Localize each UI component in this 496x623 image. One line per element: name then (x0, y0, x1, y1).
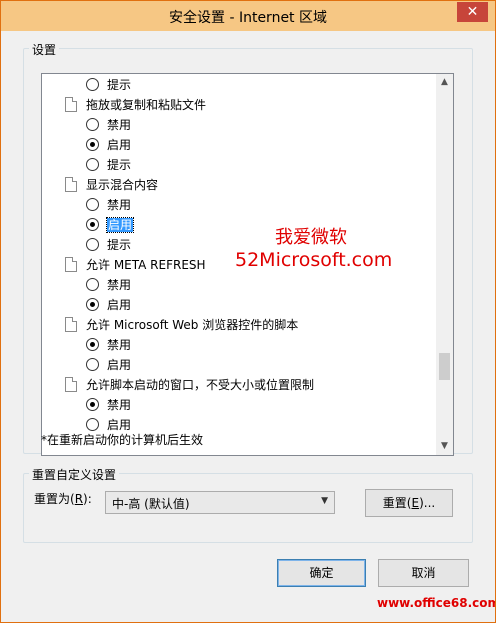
document-icon (65, 317, 77, 332)
document-icon (65, 257, 77, 272)
site-watermark: www.office68.com (377, 596, 496, 610)
setting-header-label: 拖放或复制和粘贴文件 (86, 98, 207, 112)
setting-header: 允许脚本启动的窗口，不受大小或位置限制 (65, 375, 314, 395)
setting-option[interactable]: 启用 (86, 135, 131, 155)
radio-unchecked-icon[interactable] (86, 358, 99, 371)
reset-label-accesskey: R (74, 492, 84, 506)
setting-option-label: 禁用 (107, 398, 132, 412)
setting-option-label: 提示 (107, 78, 132, 92)
security-settings-dialog: 安全设置 - Internet 区域 ✕ 设置 提示 拖放或复制和粘贴文件 禁用 启用… (0, 0, 496, 623)
title-bar[interactable]: 安全设置 - Internet 区域 ✕ (1, 1, 495, 31)
reset-legend: 重置自定义设置 (29, 466, 120, 483)
reset-level-value: 中-高 (默认值) (112, 497, 190, 511)
setting-option[interactable]: 提示 (86, 75, 131, 95)
setting-option-label: 启用 (105, 217, 135, 233)
radio-unchecked-icon[interactable] (86, 198, 99, 211)
setting-option[interactable]: 禁用 (86, 335, 131, 355)
setting-option[interactable]: 提示 (86, 235, 131, 255)
radio-checked-icon[interactable] (86, 338, 99, 351)
reset-label-suffix: ): (83, 492, 92, 506)
radio-checked-icon[interactable] (86, 298, 99, 311)
radio-checked-icon[interactable] (86, 218, 99, 231)
radio-unchecked-icon[interactable] (86, 418, 99, 431)
radio-checked-icon[interactable] (86, 138, 99, 151)
scroll-down-arrow-icon[interactable]: ▼ (436, 438, 453, 455)
document-icon (65, 177, 77, 192)
radio-unchecked-icon[interactable] (86, 78, 99, 91)
radio-unchecked-icon[interactable] (86, 278, 99, 291)
setting-header: 显示混合内容 (65, 175, 158, 195)
setting-option-label: 禁用 (107, 338, 132, 352)
setting-option-label: 启用 (107, 298, 132, 312)
radio-checked-icon[interactable] (86, 398, 99, 411)
radio-unchecked-icon[interactable] (86, 158, 99, 171)
watermark-text-cn: 我爱微软 (275, 227, 347, 248)
vertical-scrollbar[interactable]: ▲ ▼ (436, 74, 453, 455)
radio-unchecked-icon[interactable] (86, 118, 99, 131)
scroll-up-arrow-icon[interactable]: ▲ (436, 74, 453, 91)
restart-note: *在重新启动你的计算机后生效 (41, 433, 204, 447)
radio-unchecked-icon[interactable] (86, 238, 99, 251)
setting-header: 允许 META REFRESH (65, 255, 206, 275)
window-title: 安全设置 - Internet 区域 (169, 10, 327, 26)
setting-header-label: 允许 META REFRESH (86, 258, 206, 272)
setting-header-label: 允许 Microsoft Web 浏览器控件的脚本 (86, 318, 299, 332)
watermark-text-url: 52Microsoft.com (235, 249, 393, 271)
setting-header: 拖放或复制和粘贴文件 (65, 95, 206, 115)
setting-option[interactable]: 启用 (86, 355, 131, 375)
setting-option-label: 禁用 (107, 278, 132, 292)
reset-button-accesskey: E (411, 496, 420, 510)
chevron-down-icon: ▼ (321, 496, 328, 506)
reset-to-label: 重置为(R): (34, 490, 92, 507)
setting-option[interactable]: 启用 (86, 295, 131, 315)
setting-header-label: 显示混合内容 (86, 178, 159, 192)
scrollbar-thumb[interactable] (439, 353, 450, 381)
ok-button[interactable]: 确定 (277, 559, 366, 587)
dialog-content: 设置 提示 拖放或复制和粘贴文件 禁用 启用 提示 显示混合内容 禁用 启用 提示 允许 META… (1, 31, 495, 622)
setting-option-label: 禁用 (107, 198, 132, 212)
reset-button[interactable]: 重置(E)... (365, 489, 453, 517)
setting-header-label: 允许脚本启动的窗口，不受大小或位置限制 (86, 378, 315, 392)
setting-option-label: 提示 (107, 158, 132, 172)
reset-button-prefix: 重置( (382, 496, 412, 510)
setting-option[interactable]: 禁用 (86, 115, 131, 135)
setting-header: 允许 Microsoft Web 浏览器控件的脚本 (65, 315, 298, 335)
setting-option-label: 启用 (107, 138, 132, 152)
document-icon (65, 377, 77, 392)
setting-option-label: 启用 (107, 418, 132, 432)
setting-option[interactable]: 禁用 (86, 395, 131, 415)
setting-option-label: 禁用 (107, 118, 132, 132)
setting-option[interactable]: 禁用 (86, 275, 131, 295)
reset-label-prefix: 重置为( (34, 492, 75, 506)
setting-option-label: 启用 (107, 358, 132, 372)
setting-option[interactable]: 启用 (86, 215, 135, 235)
setting-option[interactable]: 禁用 (86, 195, 131, 215)
reset-button-suffix: )... (419, 496, 436, 510)
setting-option[interactable]: 提示 (86, 155, 131, 175)
close-button[interactable]: ✕ (457, 2, 488, 22)
document-icon (65, 97, 77, 112)
reset-level-select[interactable]: 中-高 (默认值) ▼ (105, 491, 335, 514)
cancel-button[interactable]: 取消 (378, 559, 469, 587)
setting-option-label: 提示 (107, 238, 132, 252)
settings-legend: 设置 (29, 41, 60, 58)
